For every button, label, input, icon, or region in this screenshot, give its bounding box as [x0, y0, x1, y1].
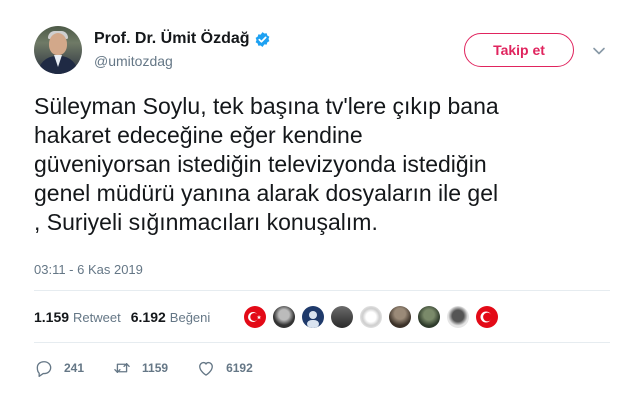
divider	[34, 290, 610, 291]
divider	[34, 342, 610, 343]
retweet-stat-count[interactable]: 1.159	[34, 309, 69, 325]
like-stat-label[interactable]: Beğeni	[170, 310, 210, 325]
author-handle[interactable]: @umitozdag	[94, 53, 173, 69]
liker-avatar[interactable]	[476, 306, 498, 328]
retweet-count: 1159	[142, 361, 169, 375]
heart-icon	[199, 361, 213, 376]
author-name-row[interactable]: Prof. Dr. Ümit Özdağ	[94, 30, 271, 48]
reply-count: 241	[64, 361, 85, 375]
liker-avatar[interactable]	[302, 306, 324, 328]
liker-avatar[interactable]	[389, 306, 411, 328]
liker-avatar[interactable]	[331, 306, 353, 328]
tweet-actions: 241 1159 6192	[34, 358, 281, 378]
tweet-timestamp[interactable]: 03:11 - 6 Kas 2019	[34, 262, 143, 277]
reply-button[interactable]: 241	[34, 358, 84, 378]
reply-icon	[36, 361, 52, 377]
liker-avatar[interactable]	[418, 306, 440, 328]
author-avatar[interactable]	[34, 26, 82, 74]
like-button[interactable]: 6192	[196, 358, 253, 378]
author-display-name[interactable]: Prof. Dr. Ümit Özdağ	[94, 30, 250, 48]
liker-avatar[interactable]	[360, 306, 382, 328]
engagement-stats: 1.159 Retweet 6.192 Beğeni	[34, 309, 220, 325]
follow-button[interactable]: Takip et	[464, 33, 574, 67]
retweet-button[interactable]: 1159	[112, 358, 168, 378]
liker-avatars	[244, 306, 505, 328]
like-stat-count[interactable]: 6.192	[131, 309, 166, 325]
retweet-icon	[114, 363, 130, 373]
chevron-down-icon[interactable]	[592, 44, 606, 58]
liker-avatar[interactable]	[447, 306, 469, 328]
liker-avatar[interactable]	[244, 306, 266, 328]
liker-avatar[interactable]	[273, 306, 295, 328]
retweet-stat-label[interactable]: Retweet	[73, 310, 121, 325]
tweet-text: Süleyman Soylu, tek başına tv'lere çıkıp…	[34, 93, 499, 235]
verified-badge-icon	[255, 31, 269, 47]
like-count: 6192	[226, 361, 253, 375]
